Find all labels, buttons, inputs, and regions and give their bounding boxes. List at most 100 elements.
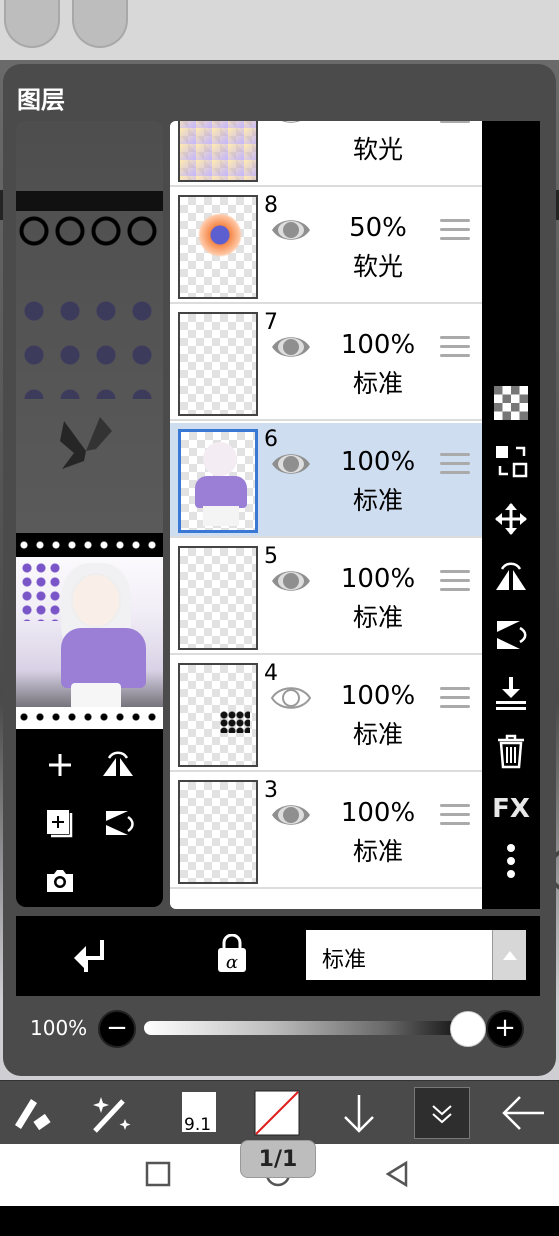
layer-row[interactable]: 3 100% 标准 bbox=[170, 774, 482, 889]
fx-button[interactable]: FX bbox=[491, 789, 531, 829]
layer-thumbnail[interactable] bbox=[178, 546, 258, 650]
transparent-fill-button[interactable] bbox=[491, 383, 531, 423]
square-icon bbox=[145, 1161, 171, 1187]
layer-row[interactable]: 915%软光 bbox=[170, 121, 482, 187]
layer-blend-mode: 标准 bbox=[352, 720, 403, 749]
magic-wand-button[interactable] bbox=[86, 1087, 136, 1139]
eye-icon[interactable] bbox=[270, 566, 312, 596]
blend-mode-select[interactable]: 标准 bbox=[304, 928, 528, 982]
layer-thumbnail[interactable] bbox=[178, 663, 258, 767]
thumbnail-face bbox=[71, 573, 121, 628]
eye-icon[interactable] bbox=[270, 121, 312, 128]
clipping-button[interactable] bbox=[72, 936, 112, 976]
layer-down-button[interactable] bbox=[334, 1087, 384, 1139]
butterfly-icon bbox=[60, 417, 112, 469]
eye-hidden-icon[interactable] bbox=[270, 683, 312, 713]
page-indicator: 1/1 bbox=[240, 1140, 316, 1178]
drag-handle-icon[interactable] bbox=[440, 804, 470, 830]
drag-handle-icon[interactable] bbox=[440, 687, 470, 713]
trash-icon bbox=[498, 734, 524, 769]
pen-eraser-icon bbox=[15, 1099, 51, 1131]
camera-button[interactable] bbox=[40, 861, 80, 901]
color-swatch-icon bbox=[254, 1090, 300, 1136]
brush-size-button[interactable]: 9.1 bbox=[170, 1087, 226, 1139]
recents-button[interactable] bbox=[144, 1160, 174, 1190]
layer-row[interactable]: 4 100% 标准 bbox=[170, 657, 482, 772]
layer-thumbnail[interactable] bbox=[178, 121, 258, 182]
flip-horizontal-button[interactable] bbox=[491, 557, 531, 597]
blend-mode-bar: α 标准 bbox=[16, 916, 540, 996]
layer-thumbnail[interactable] bbox=[178, 195, 258, 299]
layer-thumbnail[interactable] bbox=[178, 780, 258, 884]
opacity-decrease-button[interactable]: − bbox=[98, 1010, 136, 1048]
drag-handle-icon[interactable] bbox=[440, 219, 470, 245]
flip-vertical-button[interactable] bbox=[491, 615, 531, 655]
bottom-toolbar: 9.1 bbox=[0, 1080, 559, 1144]
eye-icon[interactable] bbox=[270, 800, 312, 830]
add-layer-icon bbox=[49, 754, 71, 776]
layer-thumbnail[interactable] bbox=[178, 312, 258, 416]
flip-layer-vertical-icon bbox=[106, 811, 134, 835]
camera-icon bbox=[47, 870, 73, 892]
blend-mode-dropdown-arrow[interactable] bbox=[492, 930, 526, 980]
layers-list[interactable]: 915%软光850%软光7100%标准6100%标准5100%标准4100%标准… bbox=[170, 121, 482, 909]
right-toolbar: FX bbox=[482, 121, 540, 909]
drag-handle-icon[interactable] bbox=[440, 570, 470, 596]
system-back-button[interactable] bbox=[384, 1160, 414, 1190]
layer-opacity: 100% bbox=[340, 798, 416, 828]
preview-lace bbox=[16, 191, 163, 281]
flip-horizontal-icon bbox=[496, 562, 526, 590]
flip-layer-icon bbox=[103, 751, 133, 776]
delete-layer-button[interactable] bbox=[491, 731, 531, 771]
canvas-preview[interactable] bbox=[16, 121, 163, 533]
color-button[interactable] bbox=[252, 1087, 302, 1139]
layers-toggle-button[interactable] bbox=[414, 1087, 470, 1139]
layer-blend-mode: 标准 bbox=[352, 603, 403, 632]
canvas-thumbnail[interactable] bbox=[16, 533, 163, 729]
opacity-slider-handle[interactable] bbox=[450, 1011, 486, 1047]
flip-layer-vertical-button[interactable] bbox=[98, 803, 138, 843]
transform-tool-button[interactable] bbox=[6, 1087, 56, 1139]
flip-vertical-icon bbox=[497, 621, 527, 649]
triangle-back-icon bbox=[385, 1160, 408, 1188]
arrow-left-icon bbox=[502, 1096, 544, 1130]
eye-icon[interactable] bbox=[270, 449, 312, 479]
alpha-lock-icon: α bbox=[218, 933, 246, 973]
opacity-slider-track[interactable] bbox=[144, 1021, 464, 1035]
blend-mode-value: 标准 bbox=[322, 948, 367, 973]
layer-row[interactable]: 5 100% 标准 bbox=[170, 540, 482, 655]
layer-row[interactable]: 6 100% 标准 bbox=[170, 423, 482, 538]
more-options-button[interactable] bbox=[491, 841, 531, 881]
move-button[interactable] bbox=[491, 499, 531, 539]
opacity-increase-button[interactable]: + bbox=[486, 1010, 524, 1048]
duplicate-layer-button[interactable] bbox=[40, 803, 80, 843]
chevron-up-icon bbox=[503, 951, 517, 960]
layer-opacity: 100% bbox=[340, 681, 416, 711]
thumbnail-lace-top bbox=[16, 533, 163, 557]
drag-handle-icon[interactable] bbox=[440, 121, 470, 128]
layer-blend-mode: 标准 bbox=[352, 369, 403, 398]
add-layer-button[interactable] bbox=[40, 745, 80, 785]
merge-down-button[interactable] bbox=[491, 673, 531, 713]
merge-down-icon bbox=[496, 677, 526, 710]
layer-blend-mode: 标准 bbox=[352, 837, 403, 866]
panel-title: 图层 bbox=[17, 86, 65, 114]
swap-layers-button[interactable] bbox=[491, 441, 531, 481]
system-bar-bottom bbox=[0, 1206, 559, 1236]
eye-icon[interactable] bbox=[270, 332, 312, 362]
layer-opacity: 100% bbox=[340, 447, 416, 477]
thumbnail-hoodie bbox=[61, 628, 146, 688]
eye-icon[interactable] bbox=[270, 215, 312, 245]
more-vertical-icon bbox=[507, 844, 515, 878]
layer-row[interactable]: 7 100% 标准 bbox=[170, 306, 482, 421]
drag-handle-icon[interactable] bbox=[440, 453, 470, 479]
layer-thumbnail[interactable] bbox=[178, 429, 258, 533]
layer-row[interactable]: 8 50% 软光 bbox=[170, 189, 482, 304]
drag-handle-icon[interactable] bbox=[440, 336, 470, 362]
flip-layer-button[interactable] bbox=[98, 745, 138, 785]
back-button[interactable] bbox=[498, 1087, 548, 1139]
layer-opacity: 15% bbox=[338, 121, 418, 126]
alpha-lock-button[interactable]: α bbox=[214, 933, 254, 974]
left-toolbar bbox=[16, 729, 163, 907]
brush-size-value: 9.1 bbox=[184, 1115, 212, 1135]
